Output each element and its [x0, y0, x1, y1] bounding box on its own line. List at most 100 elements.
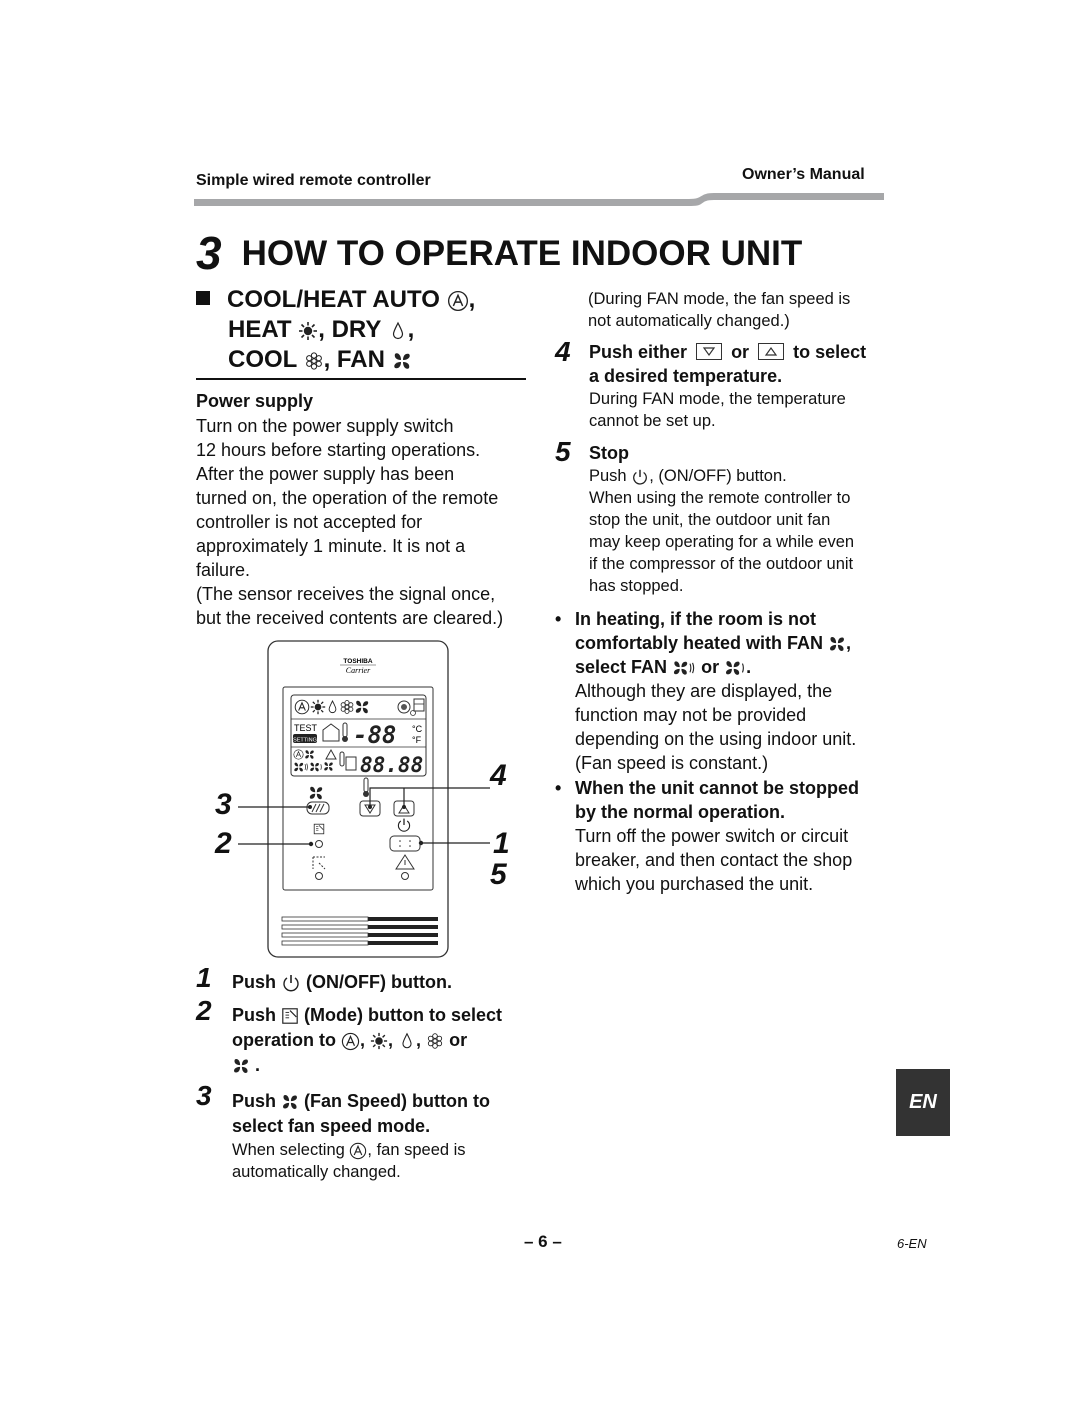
cool-snowflake-icon: [304, 351, 324, 371]
heat-sun-icon: [370, 1032, 388, 1050]
step-title: Stop: [589, 443, 629, 463]
bullet-title: When the unit cannot be stopped: [575, 778, 859, 798]
power-icon: [631, 468, 649, 486]
bullet-title: by the normal operation.: [575, 802, 786, 822]
language-tab[interactable]: EN: [896, 1069, 950, 1136]
step-note: if the compressor of the outdoor unit: [589, 555, 854, 573]
bullet-dot: •: [555, 609, 562, 629]
fan-icon: [281, 1093, 299, 1111]
step-number: 2: [196, 995, 212, 1026]
step-3: 3 Push (Fan Speed) button to select fan …: [196, 1080, 536, 1193]
step-note: Push: [589, 467, 627, 485]
section-rule: [196, 378, 526, 380]
heat-sun-icon: [298, 321, 318, 341]
on-off-button: [389, 835, 421, 852]
callout-4: 4: [490, 759, 507, 792]
temp-up-key-icon: [758, 342, 785, 360]
bullet-dot: •: [555, 778, 562, 798]
power-supply-body: Turn on the power supply switch 12 hours…: [196, 414, 536, 630]
page-title: 3 HOW TO OPERATE INDOOR UNIT: [196, 222, 802, 279]
header-document-title: Simple wired remote controller: [196, 172, 431, 189]
header-divider-bar: [194, 193, 884, 206]
step-text: to select: [793, 342, 867, 362]
power-supply-line: Turn on the power supply switch: [196, 416, 454, 436]
callout-3: 3: [215, 788, 232, 821]
fan-medium-icon: [724, 659, 746, 677]
auto-mode-icon: [341, 1032, 360, 1051]
lcd-heat-icon: [310, 699, 326, 715]
auto-mode-icon: [447, 290, 469, 312]
power-supply-line: turned on, the operation of the remote: [196, 488, 499, 508]
temp-down-key-icon: [696, 342, 723, 360]
bullet-body: depending on the using indoor unit.: [575, 729, 857, 749]
bullet-body: which you purchased the unit.: [575, 874, 814, 894]
callout-2: 2: [215, 827, 232, 860]
auto-mode-icon: [349, 1142, 367, 1160]
remote-brand: TOSHIBA: [343, 658, 372, 665]
fan-icon: [232, 1057, 250, 1075]
step-number: 1: [196, 962, 212, 993]
step-number: 4: [555, 336, 571, 367]
square-bullet-icon: [196, 291, 210, 305]
lcd-setting-label: SETTING: [293, 738, 317, 744]
step-text: Push either: [589, 342, 688, 362]
step-note: may keep operating for a while even: [589, 533, 855, 551]
chapter-number: 3: [196, 227, 222, 279]
step-number: 3: [196, 1080, 212, 1111]
cool-snowflake-icon: [426, 1032, 444, 1050]
dry-drop-icon: [398, 1032, 416, 1050]
fan-icon: [392, 351, 412, 371]
lcd-unit-c: °C: [412, 724, 423, 734]
step-text: select fan speed mode.: [232, 1116, 431, 1136]
step-note: automatically changed.: [232, 1163, 401, 1181]
bullet-body: breaker, and then contact the shop: [575, 850, 853, 870]
fan-mode-note: (During FAN mode, the fan speed is not a…: [588, 288, 888, 332]
section-heading-fan: , FAN: [323, 346, 385, 373]
bullet-body: function may not be provided: [575, 705, 807, 725]
power-supply-line: controller is not accepted for: [196, 512, 423, 532]
step-text: Push: [232, 972, 277, 992]
step-1: 1 Push (ON/OFF) button.: [196, 962, 536, 995]
power-supply-line: failure.: [196, 560, 251, 580]
section-heading-heat: HEAT: [228, 316, 292, 343]
step-text: Push: [232, 1091, 277, 1111]
power-supply-line: but the received contents are cleared.): [196, 608, 504, 628]
page-code: 6-EN: [897, 1236, 927, 1251]
page-number: – 6 –: [524, 1232, 562, 1251]
lcd-temperature: -88: [353, 721, 396, 749]
step-note: , (ON/OFF) button.: [649, 467, 787, 485]
step-number: 5: [555, 436, 571, 467]
callout-1: 1: [493, 827, 510, 860]
callout-5: 5: [490, 858, 507, 891]
bullet-title: comfortably heated with FAN: [575, 633, 824, 653]
power-supply-line: After the power supply has been: [196, 464, 455, 484]
step-2: 2 Push (Mode) button to select operation…: [196, 995, 503, 1076]
remote-sub-brand: Carrier: [346, 666, 371, 675]
fan-icon: [828, 635, 846, 653]
note-line: not automatically changed.): [588, 312, 790, 330]
step-note: stop the unit, the outdoor unit fan: [589, 511, 831, 529]
fan-high-icon: [672, 659, 696, 677]
power-supply-line: 12 hours before starting operations.: [196, 440, 481, 460]
mode-icon: [281, 1007, 299, 1025]
section-heading-line1: COOL/HEAT AUTO: [227, 286, 440, 313]
power-icon: [281, 973, 301, 993]
lcd-unit-f: °F: [412, 735, 422, 745]
bullet-title: select FAN: [575, 657, 668, 677]
dry-drop-icon: [388, 321, 408, 341]
step-note: When selecting: [232, 1141, 345, 1159]
step-note: During FAN mode, the temperature: [589, 390, 846, 408]
step-text: (Fan Speed) button to: [304, 1091, 491, 1111]
step-note: has stopped.: [589, 577, 684, 595]
section-heading-dry: , DRY: [318, 316, 381, 343]
bullet-body: Although they are displayed, the: [575, 681, 833, 701]
section-heading: COOL/HEAT AUTO , HEAT , DRY , COOL , FAN: [196, 285, 526, 375]
step-text: (ON/OFF) button.: [306, 972, 452, 992]
step-text: a desired temperature.: [589, 366, 783, 386]
step-text: (Mode) button to select: [304, 1005, 503, 1025]
bullet-body: (Fan speed is constant.): [575, 753, 769, 773]
note-line: (During FAN mode, the fan speed is: [588, 290, 851, 308]
remote-body: [267, 640, 449, 958]
header-manual-label: Owner’s Manual: [742, 166, 865, 183]
bullet-title: In heating, if the room is not: [575, 609, 816, 629]
